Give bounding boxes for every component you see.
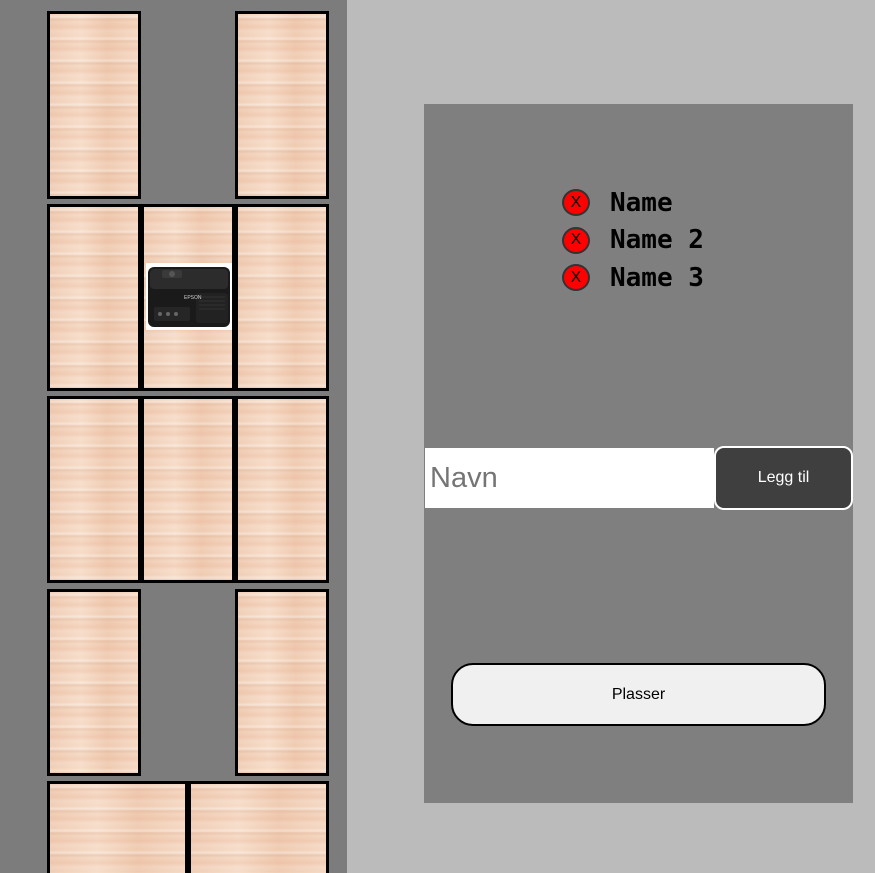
desk[interactable] <box>47 589 141 776</box>
add-name-button[interactable]: Legg til <box>714 446 853 510</box>
remove-name-button[interactable]: X <box>562 264 590 292</box>
place-button[interactable]: Plasser <box>451 663 826 726</box>
desk[interactable] <box>235 396 329 583</box>
projector-brand-label: EPSON <box>184 295 202 301</box>
name-label: Name <box>610 187 673 218</box>
name-input[interactable] <box>425 448 714 508</box>
desk[interactable] <box>47 11 141 199</box>
projector-image: EPSON <box>146 263 232 330</box>
name-label: Name 2 <box>610 225 704 256</box>
desk[interactable] <box>141 396 235 583</box>
list-item: X Name 2 <box>562 222 704 260</box>
remove-name-button[interactable]: X <box>562 189 590 217</box>
projector-icon: EPSON <box>148 267 230 327</box>
desk[interactable] <box>235 589 329 776</box>
desk[interactable] <box>47 396 141 583</box>
desk[interactable] <box>188 781 329 873</box>
desk[interactable] <box>47 204 141 391</box>
list-item: X Name <box>562 184 704 222</box>
list-item: X Name 3 <box>562 259 704 297</box>
name-list: X Name X Name 2 X Name 3 <box>562 184 704 297</box>
control-panel: X Name X Name 2 X Name 3 Legg til Plasse… <box>424 104 853 803</box>
classroom-map: EPSON <box>0 0 347 873</box>
desk[interactable] <box>235 204 329 391</box>
remove-name-button[interactable]: X <box>562 226 590 254</box>
name-label: Name 3 <box>610 262 704 293</box>
desk[interactable] <box>235 11 329 199</box>
desk[interactable] <box>47 781 188 873</box>
